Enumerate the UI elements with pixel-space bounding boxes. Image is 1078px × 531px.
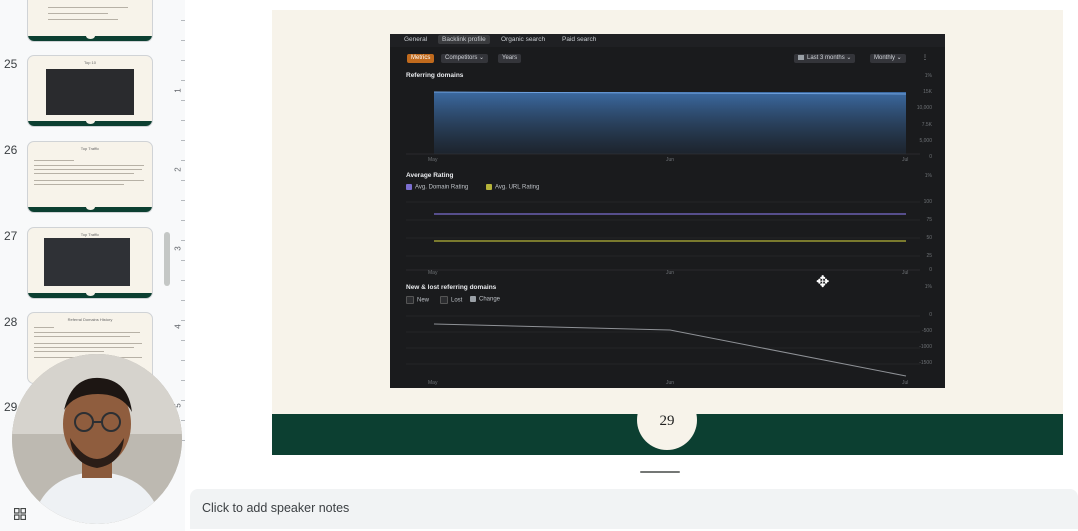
referring-domains-area [434,92,906,154]
speaker-notes-placeholder: Click to add speaker notes [202,501,350,515]
slide-thumbnail-27[interactable]: Top Traffic [27,227,153,299]
y-axis-label: 0 [929,267,932,273]
y-axis-label: 0 [929,312,932,318]
legend-label: New [417,297,430,304]
slide-thumbnail-title: Top Traffic [80,232,100,237]
speaker-notes-area[interactable]: Click to add speaker notes [190,489,1078,529]
legend-label: Avg. Domain Rating [415,184,469,191]
legend-label: Lost [451,297,463,304]
slide-thumbnail-26[interactable]: Top Traffic [27,141,153,213]
x-axis-label: Jul [902,380,909,386]
y-axis-label: 0 [929,154,932,160]
y-axis-label: 100 [923,199,932,205]
slide-thumbnail-25[interactable]: Top 10 [27,55,153,127]
ruler-label: 1 [173,88,183,93]
slide-thumbnail-title: Top 10 [83,60,96,65]
y-axis-label: -500 [921,328,932,334]
legend-label: Change [479,296,501,303]
presenter-image [12,354,182,524]
y-axis-label: 1% [924,173,932,179]
slide-number: 27 [4,229,18,243]
y-axis-label: -1000 [919,344,932,350]
x-axis-label: Jul [902,157,909,163]
slide-thumbnail-24[interactable] [27,0,153,42]
slide-thumbnail-title: Referral Domains History [67,317,113,322]
y-axis-label: 50 [926,235,932,241]
legend-change: Change [470,296,500,303]
legend-url-rating: Avg. URL Rating [486,184,539,191]
new-lost-title: New & lost referring domains [406,284,497,291]
legend-label: Avg. URL Rating [495,184,540,191]
slide-thumbnail-title: Top Traffic [80,146,100,151]
move-cursor-icon: ✥ [816,274,830,291]
presenter-webcam [12,354,182,524]
checkbox-icon [470,296,476,302]
checkbox-icon [440,296,448,304]
referring-domains-chart [406,91,920,377]
y-axis-label: 7.5K [921,122,932,128]
y-axis-label: 75 [926,217,932,223]
embedded-screenshot[interactable]: General Backlink profile Organic search … [390,34,945,388]
x-axis-label: May [428,380,438,386]
y-axis-label: 25 [926,253,932,259]
average-rating-title: Average Rating [406,172,454,179]
thumbnails-scrollbar[interactable] [164,232,170,286]
vertical-ruler: 1 2 3 4 5 [173,0,187,470]
x-axis-label: Jul [902,270,909,276]
notes-resize-handle[interactable] [640,471,680,473]
legend-domain-rating: Avg. Domain Rating [406,184,468,191]
y-axis-label: -1500 [919,360,932,366]
slide-page-number: 29 [659,413,675,429]
y-axis-label: 10,000 [916,105,932,111]
slide-number: 25 [4,57,18,71]
slide-number: 26 [4,143,18,157]
y-axis-label: 1% [924,284,932,290]
slide-number: 28 [4,315,18,329]
checkbox-icon [406,296,414,304]
x-axis-label: Jun [666,380,675,386]
grid-view-icon[interactable] [14,508,26,520]
legend-new: New [406,296,429,304]
x-axis-label: Jun [666,270,675,276]
checkbox-icon [406,184,412,190]
y-axis-label: 5,000 [919,138,932,144]
y-axis-label: 1% [924,73,932,79]
ruler-label: 3 [173,246,183,251]
y-axis-label: 15K [923,89,932,95]
checkbox-icon [486,184,492,190]
ruler-label: 4 [173,324,183,329]
ruler-label: 2 [173,167,183,172]
x-axis-label: Jun [666,157,675,163]
legend-lost: Lost [440,296,462,304]
x-axis-label: May [428,270,438,276]
x-axis-label: May [428,157,438,163]
slide-canvas[interactable]: General Backlink profile Organic search … [272,10,1063,455]
